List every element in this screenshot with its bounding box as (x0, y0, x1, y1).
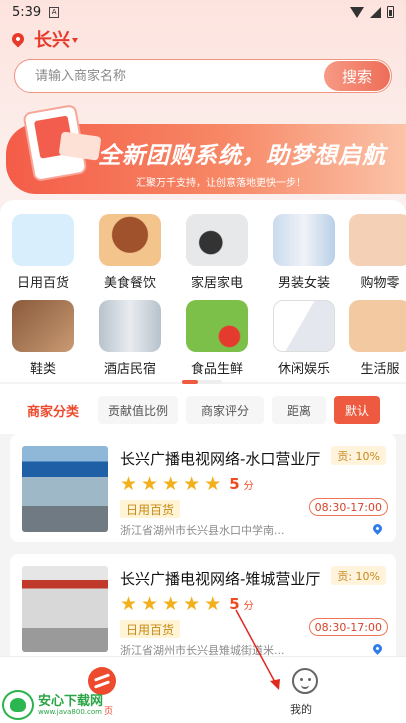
store-card[interactable]: 长兴广播电视网络-雉城营业厅 贡: 10% ★ ★ ★ ★ ★ 5 分 日用百货… (10, 554, 396, 662)
fresh-food-icon (186, 300, 248, 352)
filter-bar: 商家分类 贡献值比例 商家评分 距离 默认 (0, 384, 406, 434)
star-rating: ★ ★ ★ ★ ★ 5 分 (120, 594, 254, 614)
watermark-side-char: 页 (104, 707, 114, 717)
category-item[interactable]: 购物零 (340, 214, 406, 291)
business-hours: 08:30-17:00 (308, 618, 388, 636)
star-icon: ★ (120, 593, 138, 615)
banner-subtitle: 汇聚万千支持，让创意落地更快一步！ (136, 178, 306, 189)
watermark-url: www.java800.com (38, 708, 102, 716)
status-time: 5:39 (12, 4, 42, 20)
search-bar: 搜索 (14, 59, 392, 93)
category-item[interactable]: 美食餐饮 (90, 214, 170, 291)
star-icon: ★ (183, 593, 201, 615)
category-label: 鞋类 (29, 362, 56, 377)
filter-default[interactable]: 默认 (334, 396, 380, 424)
filter-distance[interactable]: 距离 (272, 396, 326, 424)
category-item[interactable]: 食品生鲜 (177, 300, 257, 377)
category-label: 酒店民宿 (103, 362, 156, 377)
star-icon: ★ (141, 473, 159, 495)
status-bar: 5:39 A (0, 0, 406, 24)
watermark-brand: 安心下载网 (38, 694, 104, 709)
appliance-icon (186, 214, 248, 266)
category-label: 日用百货 (16, 276, 69, 291)
a-box-icon: A (49, 6, 60, 18)
shoes-icon (12, 300, 74, 352)
wifi-icon (350, 6, 364, 18)
download-site-watermark: 安心下载网 www.java800.com 页 (2, 686, 114, 720)
location-city: 长兴 (34, 30, 70, 51)
store-photo (22, 446, 108, 532)
shopping-cart-icon (349, 214, 406, 266)
star-icon: ★ (162, 593, 180, 615)
category-label: 家居家电 (190, 276, 243, 291)
location-selector[interactable]: 长兴 (9, 28, 78, 51)
star-icon: ★ (120, 473, 138, 495)
star-icon: ★ (141, 593, 159, 615)
commission-badge: 贡: 10% (331, 446, 386, 465)
category-panel: 日用百货 美食餐饮 家居家电 男装女装 购物零 鞋类 酒店民宿 食品生鲜 休闲娱… (0, 200, 406, 384)
promo-banner[interactable]: 全新团购系统，助梦想启航 汇聚万千支持，让创意落地更快一步！ (0, 103, 406, 200)
rating-unit: 分 (243, 600, 254, 612)
rating-score: 5 (229, 595, 240, 613)
commission-badge: 贡: 10% (331, 566, 386, 585)
status-icons (350, 6, 394, 18)
category-label: 男装女装 (277, 276, 330, 291)
category-item[interactable]: 家居家电 (177, 214, 257, 291)
category-item[interactable]: 生活服 (340, 300, 406, 377)
search-input[interactable] (35, 68, 324, 84)
category-label: 生活服 (360, 362, 400, 377)
business-hours: 08:30-17:00 (308, 498, 388, 516)
worker-icon (349, 300, 406, 352)
store-photo (22, 566, 108, 652)
clothing-icon (273, 214, 335, 266)
store-card[interactable]: 长兴广播电视网络-水口营业厅 贡: 10% ★ ★ ★ ★ ★ 5 分 日用百货… (10, 434, 396, 542)
location-icon[interactable] (371, 522, 384, 535)
playing-cards-icon (273, 300, 335, 352)
store-name: 长兴广播电视网络-水口营业厅 (120, 450, 321, 468)
hotel-icon (99, 300, 161, 352)
category-label: 食品生鲜 (190, 362, 243, 377)
category-label: 美食餐饮 (103, 276, 156, 291)
location-pin-icon (9, 30, 27, 48)
food-icon (99, 214, 161, 266)
category-tag: 日用百货 (120, 620, 181, 638)
location-icon[interactable] (371, 642, 384, 655)
watermark-logo-icon (2, 690, 34, 720)
category-item[interactable]: 休闲娱乐 (264, 300, 344, 377)
category-item[interactable]: 鞋类 (3, 300, 83, 377)
category-tag: 日用百货 (120, 500, 181, 518)
category-label: 购物零 (360, 276, 400, 291)
star-icon: ★ (183, 473, 201, 495)
filter-category[interactable]: 商家分类 (14, 396, 92, 424)
category-item[interactable]: 酒店民宿 (90, 300, 170, 377)
star-rating: ★ ★ ★ ★ ★ 5 分 (120, 474, 254, 494)
filter-contribution-ratio[interactable]: 贡献值比例 (98, 396, 178, 424)
rating-score: 5 (229, 475, 240, 493)
rating-unit: 分 (243, 480, 254, 492)
filter-rating[interactable]: 商家评分 (186, 396, 264, 424)
tab-me-label[interactable]: 我的 (290, 701, 312, 717)
category-item[interactable]: 日用百货 (3, 214, 83, 291)
category-item[interactable]: 男装女装 (264, 214, 344, 291)
profile-smiley-icon[interactable] (292, 668, 318, 694)
daily-goods-icon (12, 214, 74, 266)
store-name: 长兴广播电视网络-雉城营业厅 (120, 570, 321, 588)
category-label: 休闲娱乐 (277, 362, 330, 377)
star-icon: ★ (204, 473, 222, 495)
star-icon: ★ (204, 593, 222, 615)
search-button[interactable]: 搜索 (324, 61, 390, 91)
star-icon: ★ (162, 473, 180, 495)
chevron-down-icon (72, 37, 78, 43)
battery-icon (387, 6, 394, 18)
banner-title: 全新团购系统，助梦想启航 (98, 143, 386, 169)
store-address: 浙江省湖州市长兴县水口中学南... (120, 524, 285, 537)
cellular-icon (370, 6, 381, 18)
